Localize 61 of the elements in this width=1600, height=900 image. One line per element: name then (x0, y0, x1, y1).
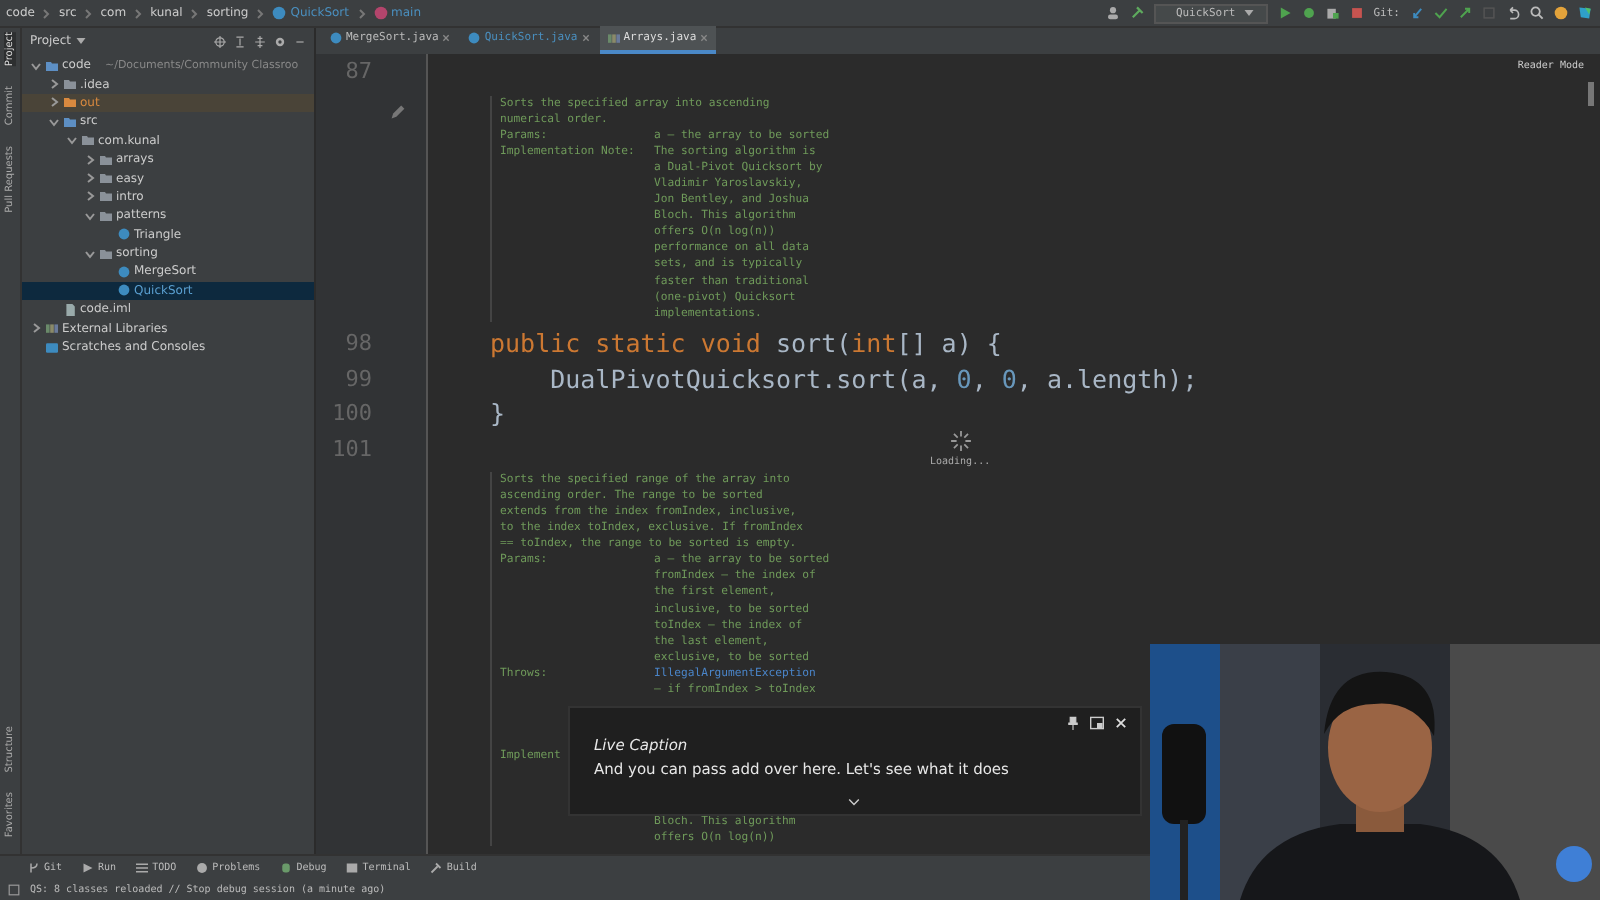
chevron-down-icon[interactable] (848, 798, 860, 806)
settings-icon[interactable] (274, 35, 286, 47)
code-line: DualPivotQuicksort.sort(a, 0, 0, a.length); (548, 363, 1198, 394)
chevron-icon (190, 7, 199, 19)
chevron-icon[interactable] (84, 209, 96, 222)
chevron-icon[interactable] (48, 96, 60, 109)
code-line: } (490, 398, 506, 429)
update-icon[interactable] (1410, 6, 1424, 20)
push-icon[interactable] (1458, 6, 1472, 20)
checkmark-icon[interactable] (1434, 6, 1448, 20)
chevron-icon (134, 7, 143, 19)
class-icon (272, 6, 287, 20)
chevron-icon[interactable] (66, 134, 78, 147)
chevron-icon (42, 7, 51, 19)
undo-icon[interactable] (1506, 6, 1520, 20)
minimize-icon[interactable] (294, 35, 306, 47)
run-icon[interactable] (1277, 6, 1292, 20)
caret-icon (1243, 9, 1254, 15)
scratches-icon (46, 341, 58, 354)
bug-icon (280, 862, 293, 874)
chevron-icon[interactable] (84, 247, 96, 260)
hammer-icon (430, 862, 443, 874)
search-icon[interactable] (1530, 6, 1544, 20)
ide-logo-icon[interactable] (1578, 6, 1592, 20)
collapse-icon[interactable] (234, 35, 246, 47)
spinner-icon (949, 430, 972, 452)
library-icon (46, 322, 58, 335)
pencil-icon[interactable] (390, 103, 406, 119)
list-icon (136, 862, 149, 874)
file-icon (64, 303, 76, 316)
stop-icon[interactable] (1349, 6, 1364, 20)
user-icon[interactable] (1105, 6, 1120, 20)
chevron-icon[interactable] (30, 59, 42, 72)
chevron-icon[interactable] (84, 190, 96, 203)
coverage-icon[interactable] (1325, 6, 1340, 20)
class-icon (118, 228, 130, 241)
library-icon (607, 32, 620, 44)
target-icon[interactable] (214, 35, 226, 47)
chevron-icon[interactable] (48, 115, 60, 128)
hammer-icon[interactable] (1129, 6, 1144, 20)
class-icon (468, 32, 481, 44)
chevron-icon[interactable] (30, 322, 42, 335)
chevron-icon[interactable] (48, 78, 60, 91)
method-icon (373, 6, 387, 20)
chevron-icon[interactable] (84, 172, 96, 185)
dropdown-arrow-icon[interactable] (75, 38, 86, 44)
pin-icon[interactable] (1066, 716, 1080, 730)
folder-icon (100, 247, 112, 260)
branch-icon (28, 862, 40, 874)
code-line: public static void sort(int[] a) { (490, 328, 1002, 359)
class-icon (330, 32, 342, 44)
chevron-icon (256, 7, 265, 19)
debug-icon[interactable] (1301, 6, 1316, 20)
avatar-icon[interactable] (1554, 6, 1568, 20)
resize-icon[interactable] (1090, 716, 1104, 730)
chevron-icon (84, 7, 93, 19)
chevron-icon (357, 7, 365, 19)
play-icon (82, 862, 95, 874)
chevron-icon[interactable] (84, 153, 96, 166)
panel-toggle-icon[interactable] (8, 884, 20, 896)
expand-icon[interactable] (254, 35, 266, 47)
